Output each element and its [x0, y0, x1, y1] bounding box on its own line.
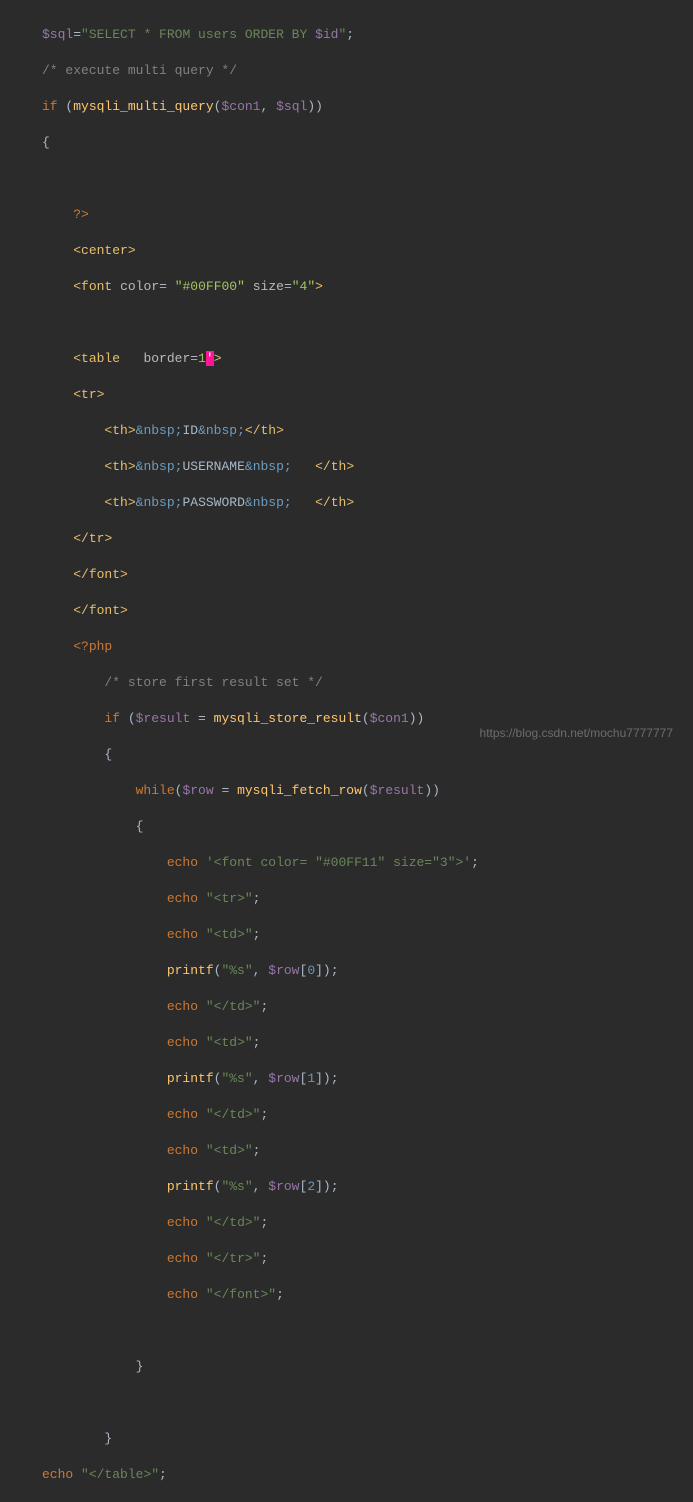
code-line[interactable]: <th>&nbsp;ID&nbsp;</th> [42, 422, 693, 440]
code-line[interactable] [42, 170, 693, 188]
code-line[interactable]: <th>&nbsp;USERNAME&nbsp; </th> [42, 458, 693, 476]
code-line[interactable]: echo "</td>"; [42, 1214, 693, 1232]
code-line[interactable]: <table border=1'> [42, 350, 693, 368]
code-line[interactable]: echo "</td>"; [42, 1106, 693, 1124]
code-line[interactable]: { [42, 134, 693, 152]
code-line[interactable]: ?> [42, 206, 693, 224]
code-line[interactable] [42, 314, 693, 332]
code-line[interactable]: printf("%s", $row[1]); [42, 1070, 693, 1088]
code-line[interactable]: <?php [42, 638, 693, 656]
code-line[interactable]: printf("%s", $row[2]); [42, 1178, 693, 1196]
code-line[interactable]: printf("%s", $row[0]); [42, 962, 693, 980]
code-line[interactable]: } [42, 1358, 693, 1376]
code-line[interactable]: echo "</tr>"; [42, 1250, 693, 1268]
code-line[interactable]: echo "</font>"; [42, 1286, 693, 1304]
code-line[interactable]: } [42, 1430, 693, 1448]
code-line[interactable]: <tr> [42, 386, 693, 404]
code-line[interactable]: echo "</table>"; [42, 1466, 693, 1484]
code-editor[interactable]: $sql="SELECT * FROM users ORDER BY $id";… [0, 8, 693, 1502]
php-tag: <?php [73, 639, 112, 654]
code-line[interactable]: <th>&nbsp;PASSWORD&nbsp; </th> [42, 494, 693, 512]
code-line[interactable]: <center> [42, 242, 693, 260]
variable: $sql [42, 27, 73, 42]
comment: /* execute multi query */ [42, 63, 237, 78]
code-line[interactable]: while($row = mysqli_fetch_row($result)) [42, 782, 693, 800]
keyword: if [42, 99, 58, 114]
code-line[interactable]: echo "</td>"; [42, 998, 693, 1016]
code-line[interactable]: /* execute multi query */ [42, 62, 693, 80]
php-tag: ?> [73, 207, 89, 222]
code-line[interactable]: echo '<font color= "#00FF11" size="3">'; [42, 854, 693, 872]
code-line[interactable]: </tr> [42, 530, 693, 548]
watermark: https://blog.csdn.net/mochu7777777 [480, 724, 673, 742]
code-line[interactable]: echo "<td>"; [42, 926, 693, 944]
code-line[interactable]: /* store first result set */ [42, 674, 693, 692]
code-line[interactable]: { [42, 818, 693, 836]
code-line[interactable]: </font> [42, 602, 693, 620]
comment: /* store first result set */ [104, 675, 322, 690]
code-line[interactable]: if (mysqli_multi_query($con1, $sql)) [42, 98, 693, 116]
code-line[interactable] [42, 1394, 693, 1412]
code-line[interactable]: $sql="SELECT * FROM users ORDER BY $id"; [42, 26, 693, 44]
code-line[interactable]: <font color= "#00FF00" size="4"> [42, 278, 693, 296]
code-line[interactable]: { [42, 746, 693, 764]
cursor-highlight: ' [206, 351, 214, 366]
code-line[interactable] [42, 1322, 693, 1340]
code-line[interactable]: echo "<td>"; [42, 1034, 693, 1052]
code-line[interactable]: </font> [42, 566, 693, 584]
code-line[interactable]: echo "<tr>"; [42, 890, 693, 908]
code-line[interactable]: echo "<td>"; [42, 1142, 693, 1160]
